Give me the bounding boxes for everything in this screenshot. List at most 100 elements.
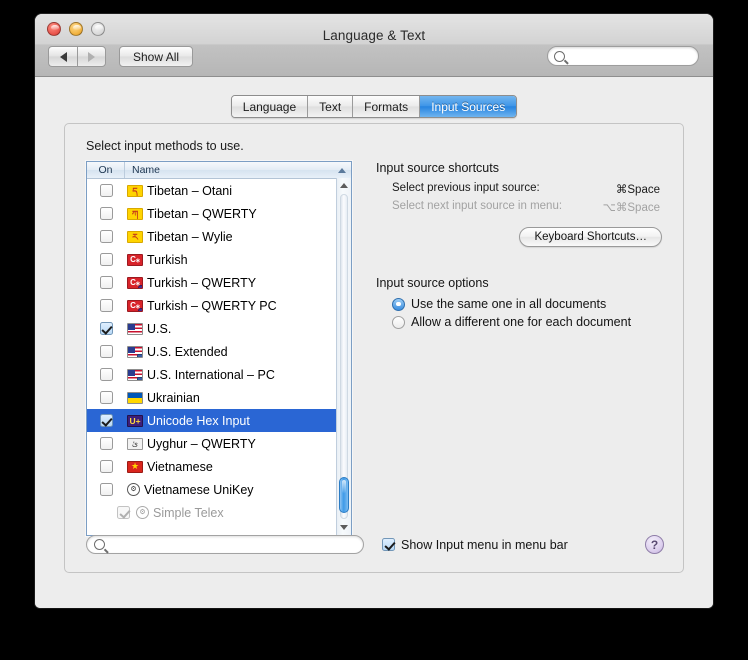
show-all-button[interactable]: Show All — [119, 46, 194, 67]
table-row[interactable]: C⁎ Turkish – QWERTY — [87, 271, 351, 294]
table-row[interactable]: U.S. — [87, 317, 351, 340]
row-checkbox[interactable] — [99, 207, 113, 220]
simple-telex-icon: ⚙ — [136, 506, 149, 519]
scroll-down-button[interactable] — [337, 520, 351, 535]
row-checkbox[interactable] — [99, 276, 113, 289]
right-column: Input source shortcuts Select previous i… — [376, 161, 662, 329]
table-row[interactable]: C⁎ Turkish – QWERTY PC — [87, 294, 351, 317]
keyboard-shortcuts-button[interactable]: Keyboard Shortcuts… — [519, 227, 662, 247]
row-checkbox-cell — [87, 460, 125, 473]
table-row[interactable]: ئ Uyghur – QWERTY — [87, 432, 351, 455]
radio-different-per-doc-label: Allow a different one for each document — [411, 315, 632, 329]
row-checkbox[interactable] — [99, 460, 113, 473]
row-checkbox[interactable] — [99, 299, 113, 312]
tab-text[interactable]: Text — [308, 96, 354, 117]
row-checkbox[interactable] — [117, 506, 130, 519]
row-name-cell: ⚙ Vietnamese UniKey — [125, 483, 254, 497]
list-search-input[interactable] — [109, 537, 353, 552]
scroll-up-button[interactable] — [337, 178, 351, 193]
table-row[interactable]: ⚙ Vietnamese UniKey — [87, 478, 351, 501]
us-flag-icon — [127, 368, 143, 381]
tibetan-flag-icon: ཀ — [127, 207, 143, 220]
table-row[interactable]: Ukrainian — [87, 386, 351, 409]
table-row[interactable]: C⁎ Turkish — [87, 248, 351, 271]
row-name-cell: ⚙ Simple Telex — [134, 506, 224, 520]
show-input-menu-row[interactable]: Show Input menu in menu bar — [382, 538, 568, 552]
row-checkbox[interactable] — [99, 345, 113, 358]
list-search-field[interactable] — [86, 535, 364, 554]
row-label: Ukrainian — [147, 390, 200, 405]
back-arrow-icon — [59, 51, 67, 62]
shortcut-label-next: Select next input source in menu: — [392, 200, 563, 212]
row-checkbox-cell — [87, 345, 125, 358]
turkish-flag-icon: C⁎ — [127, 299, 143, 312]
row-checkbox[interactable] — [99, 391, 113, 404]
table-row[interactable]: ★ Vietnamese — [87, 455, 351, 478]
radio-same-for-all-icon[interactable] — [392, 297, 405, 311]
help-button[interactable]: ? — [645, 535, 664, 554]
shortcut-label-previous: Select previous input source: — [392, 182, 540, 194]
options-section-title: Input source options — [376, 276, 489, 290]
back-button[interactable] — [48, 46, 77, 67]
forward-button[interactable] — [77, 46, 106, 67]
column-header-on[interactable]: On — [87, 162, 125, 178]
row-checkbox[interactable] — [99, 253, 113, 266]
table-row[interactable]: ར Tibetan – Wylie — [87, 225, 351, 248]
search-icon — [554, 50, 565, 62]
toolbar-search-input[interactable] — [569, 49, 693, 63]
row-checkbox-cell — [87, 437, 125, 450]
show-input-menu-checkbox[interactable] — [382, 538, 395, 551]
bottom-bar: Show Input menu in menu bar ? — [86, 535, 664, 554]
row-checkbox-cell — [87, 230, 125, 243]
row-name-cell: ར Tibetan – Wylie — [125, 230, 233, 244]
shortcut-key-next: ⌥⌘Space — [602, 202, 660, 214]
table-row[interactable]: U.S. Extended — [87, 340, 351, 363]
variant-badge-icon — [138, 284, 142, 288]
row-checkbox-cell — [87, 483, 125, 496]
scrollbar-track[interactable] — [340, 194, 348, 519]
row-checkbox-cell — [87, 368, 125, 381]
row-checkbox[interactable] — [99, 368, 113, 381]
table-row[interactable]: ཀ Tibetan – QWERTY — [87, 202, 351, 225]
navigation-button-group — [48, 46, 106, 67]
table-row[interactable]: U+ Unicode Hex Input — [87, 409, 351, 432]
row-checkbox[interactable] — [99, 184, 113, 197]
us-flag-icon — [127, 345, 143, 358]
scroll-up-arrow-icon — [340, 183, 348, 188]
window-titlebar: Language & Text Show All — [35, 14, 713, 77]
row-checkbox-cell — [87, 299, 125, 312]
row-label: Turkish – QWERTY — [147, 275, 257, 290]
radio-row-same-for-all[interactable]: Use the same one in all documents — [376, 297, 662, 311]
toolbar-search-field[interactable] — [547, 46, 699, 66]
row-checkbox[interactable] — [99, 414, 113, 427]
column-header-name[interactable]: Name — [125, 162, 351, 178]
tab-language[interactable]: Language — [231, 96, 309, 117]
scrollbar-thumb[interactable] — [339, 477, 349, 513]
preference-body: Language Text Formats Input Sources Select … — [35, 77, 713, 608]
row-checkbox[interactable] — [99, 437, 113, 450]
row-checkbox[interactable] — [99, 483, 113, 496]
list-search-icon — [94, 539, 105, 550]
row-label: Unicode Hex Input — [147, 413, 250, 428]
sort-ascending-icon — [338, 167, 346, 173]
row-name-cell: ཀ Tibetan – QWERTY — [125, 207, 257, 221]
list-header: On Name — [87, 162, 351, 179]
shortcuts-section-title: Input source shortcuts — [376, 161, 499, 175]
table-row[interactable]: ད Tibetan – Otani — [87, 179, 351, 202]
table-row[interactable]: ⚙ Simple Telex — [87, 501, 351, 524]
us-flag-icon — [127, 322, 143, 335]
tab-input-sources[interactable]: Input Sources — [420, 96, 517, 117]
table-row[interactable]: U.S. International – PC — [87, 363, 351, 386]
row-checkbox[interactable] — [99, 322, 113, 335]
list-scrollbar[interactable] — [336, 178, 351, 535]
row-label: Vietnamese — [147, 459, 213, 474]
turkish-flag-icon: C⁎ — [127, 253, 143, 266]
tab-formats[interactable]: Formats — [353, 96, 421, 117]
row-checkbox[interactable] — [99, 230, 113, 243]
input-methods-list[interactable]: On Name ད Tibetan – Otani ཀ Tibetan – QWERT… — [86, 161, 352, 536]
radio-different-per-doc-icon[interactable] — [392, 315, 405, 329]
row-checkbox-cell — [87, 253, 125, 266]
radio-row-different-per-doc[interactable]: Allow a different one for each document — [376, 315, 662, 329]
tibetan-flag-icon: ད — [127, 184, 143, 197]
scroll-down-arrow-icon — [340, 525, 348, 530]
